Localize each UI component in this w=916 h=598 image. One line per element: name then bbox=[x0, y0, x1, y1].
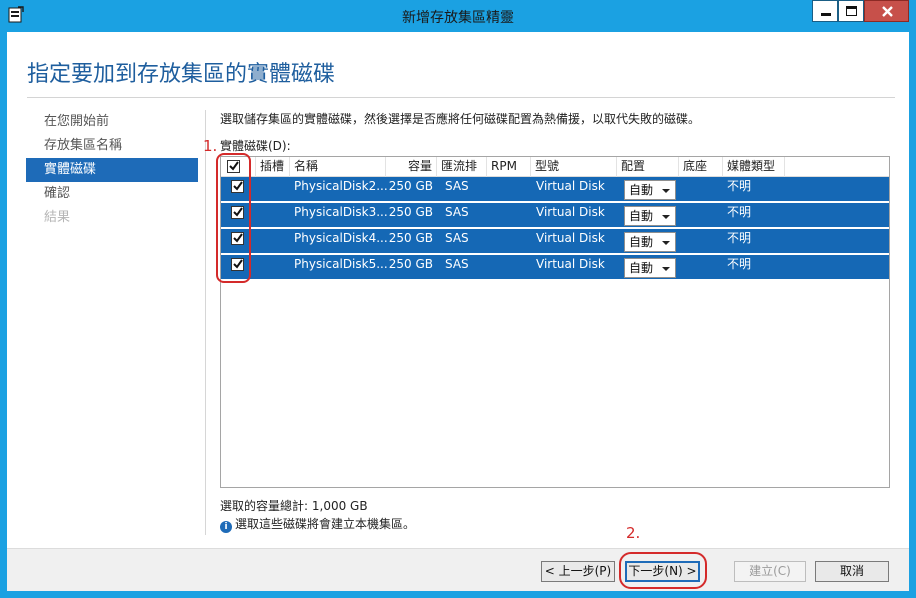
back-button[interactable]: < 上一步(P) bbox=[541, 561, 615, 582]
column-header-bus[interactable]: 匯流排 bbox=[437, 157, 487, 177]
cell-rpm bbox=[491, 229, 531, 253]
physical-disks-list[interactable]: 插槽 名稱 容量 匯流排 RPM 型號 配置 底座 媒體類型 PhysicalD… bbox=[220, 156, 890, 488]
cell-capacity: 250 GB bbox=[388, 179, 433, 193]
cell-name: PhysicalDisk5... bbox=[294, 257, 388, 271]
wizard-footer: < 上一步(P) 下一步(N) > 建立(C) 取消 bbox=[7, 548, 909, 591]
window-frame-left bbox=[0, 32, 7, 598]
annotation-step-1: 1. bbox=[203, 137, 218, 155]
allocation-dropdown[interactable]: 自動 bbox=[624, 232, 676, 252]
cell-rpm bbox=[491, 255, 531, 279]
nav-step-results: 結果 bbox=[44, 210, 71, 225]
table-row[interactable]: PhysicalDisk4... 250 GB SAS Virtual Disk… bbox=[221, 229, 889, 253]
wizard-header: 指定要加到存放集區的實體磁碟 bbox=[7, 32, 909, 98]
annotation-oval-checkboxes bbox=[216, 153, 251, 283]
info-icon: i bbox=[220, 521, 232, 533]
column-header-media-type[interactable]: 媒體類型 bbox=[723, 157, 785, 177]
cell-chassis bbox=[683, 203, 723, 227]
minimize-button[interactable] bbox=[812, 0, 838, 22]
cell-chassis bbox=[683, 255, 723, 279]
column-header-capacity[interactable]: 容量 bbox=[386, 157, 437, 177]
title-bar: 新增存放集區精靈 bbox=[0, 0, 916, 32]
cell-name: PhysicalDisk2... bbox=[294, 179, 388, 193]
info-text: 選取這些磁碟將會建立本機集區。 bbox=[235, 517, 416, 531]
cell-media-type: 不明 bbox=[727, 205, 752, 219]
close-button[interactable] bbox=[864, 0, 909, 22]
maximize-button[interactable] bbox=[838, 0, 864, 22]
allocation-dropdown[interactable]: 自動 bbox=[624, 258, 676, 278]
nav-divider bbox=[205, 110, 206, 535]
cell-media-type: 不明 bbox=[727, 179, 752, 193]
total-capacity-value: 1,000 GB bbox=[311, 499, 368, 513]
list-header: 插槽 名稱 容量 匯流排 RPM 型號 配置 底座 媒體類型 bbox=[221, 157, 889, 177]
maximize-icon bbox=[846, 6, 857, 16]
allocation-dropdown[interactable]: 自動 bbox=[624, 206, 676, 226]
cell-slot bbox=[260, 203, 290, 227]
wizard-steps-nav: 在您開始前 存放集區名稱 實體磁碟 確認 結果 bbox=[26, 110, 198, 230]
column-header-chassis[interactable]: 底座 bbox=[679, 157, 723, 177]
physical-disks-label: 實體磁碟(D): bbox=[220, 139, 291, 153]
cell-bus: SAS bbox=[445, 257, 469, 271]
instruction-text: 選取儲存集區的實體磁碟，然後選擇是否應將任何磁碟配置為熱備援，以取代失敗的磁碟。 bbox=[220, 112, 701, 126]
allocation-value: 自動 bbox=[629, 261, 654, 275]
cell-rpm bbox=[491, 177, 531, 201]
cell-slot bbox=[260, 255, 290, 279]
total-capacity: 選取的容量總計: 1,000 GB bbox=[220, 497, 368, 514]
cell-model: Virtual Disk bbox=[536, 205, 605, 219]
cell-name: PhysicalDisk4... bbox=[294, 231, 388, 245]
minimize-icon bbox=[821, 13, 831, 16]
cell-slot bbox=[260, 177, 290, 201]
cell-bus: SAS bbox=[445, 205, 469, 219]
info-message: i 選取這些磁碟將會建立本機集區。 bbox=[220, 515, 415, 533]
column-header-allocation[interactable]: 配置 bbox=[617, 157, 679, 177]
column-header-rpm[interactable]: RPM bbox=[487, 157, 531, 177]
dropdown-arrow-icon bbox=[662, 267, 670, 271]
cell-chassis bbox=[683, 177, 723, 201]
cell-model: Virtual Disk bbox=[536, 231, 605, 245]
allocation-value: 自動 bbox=[629, 209, 654, 223]
column-header-name[interactable]: 名稱 bbox=[290, 157, 386, 177]
total-capacity-label: 選取的容量總計: bbox=[220, 499, 309, 513]
cell-bus: SAS bbox=[445, 231, 469, 245]
cell-media-type: 不明 bbox=[727, 257, 752, 271]
allocation-value: 自動 bbox=[629, 183, 654, 197]
dropdown-arrow-icon bbox=[662, 241, 670, 245]
table-row[interactable]: PhysicalDisk3... 250 GB SAS Virtual Disk… bbox=[221, 203, 889, 227]
window-frame-right bbox=[909, 32, 916, 598]
cell-slot bbox=[260, 229, 290, 253]
allocation-value: 自動 bbox=[629, 235, 654, 249]
cell-chassis bbox=[683, 229, 723, 253]
header-divider bbox=[27, 97, 895, 98]
column-header-slot[interactable]: 插槽 bbox=[256, 157, 290, 177]
nav-step-before-you-begin[interactable]: 在您開始前 bbox=[26, 110, 198, 134]
cell-model: Virtual Disk bbox=[536, 257, 605, 271]
cell-bus: SAS bbox=[445, 179, 469, 193]
cell-capacity: 250 GB bbox=[388, 257, 433, 271]
cell-capacity: 250 GB bbox=[388, 231, 433, 245]
cell-media-type: 不明 bbox=[727, 231, 752, 245]
nav-step-physical-disks[interactable]: 實體磁碟 bbox=[26, 158, 198, 182]
dropdown-arrow-icon bbox=[662, 189, 670, 193]
table-row[interactable]: PhysicalDisk2... 250 GB SAS Virtual Disk… bbox=[221, 177, 889, 201]
cell-name: PhysicalDisk3... bbox=[294, 205, 388, 219]
cell-model: Virtual Disk bbox=[536, 179, 605, 193]
create-button: 建立(C) bbox=[734, 561, 806, 582]
window-title: 新增存放集區精靈 bbox=[402, 10, 514, 26]
table-row[interactable]: PhysicalDisk5... 250 GB SAS Virtual Disk… bbox=[221, 255, 889, 279]
allocation-dropdown[interactable]: 自動 bbox=[624, 180, 676, 200]
cell-rpm bbox=[491, 203, 531, 227]
dropdown-arrow-icon bbox=[662, 215, 670, 219]
cancel-button[interactable]: 取消 bbox=[815, 561, 889, 582]
nav-step-pool-name[interactable]: 存放集區名稱 bbox=[26, 134, 198, 158]
nav-step-confirmation[interactable]: 確認 bbox=[26, 182, 198, 206]
close-icon bbox=[882, 6, 893, 17]
annotation-step-2: 2. bbox=[626, 524, 641, 542]
cell-capacity: 250 GB bbox=[388, 205, 433, 219]
annotation-oval-next bbox=[619, 552, 707, 589]
column-header-model[interactable]: 型號 bbox=[531, 157, 617, 177]
page-title: 指定要加到存放集區的實體磁碟 bbox=[27, 62, 336, 87]
window-frame-bottom bbox=[0, 591, 916, 598]
